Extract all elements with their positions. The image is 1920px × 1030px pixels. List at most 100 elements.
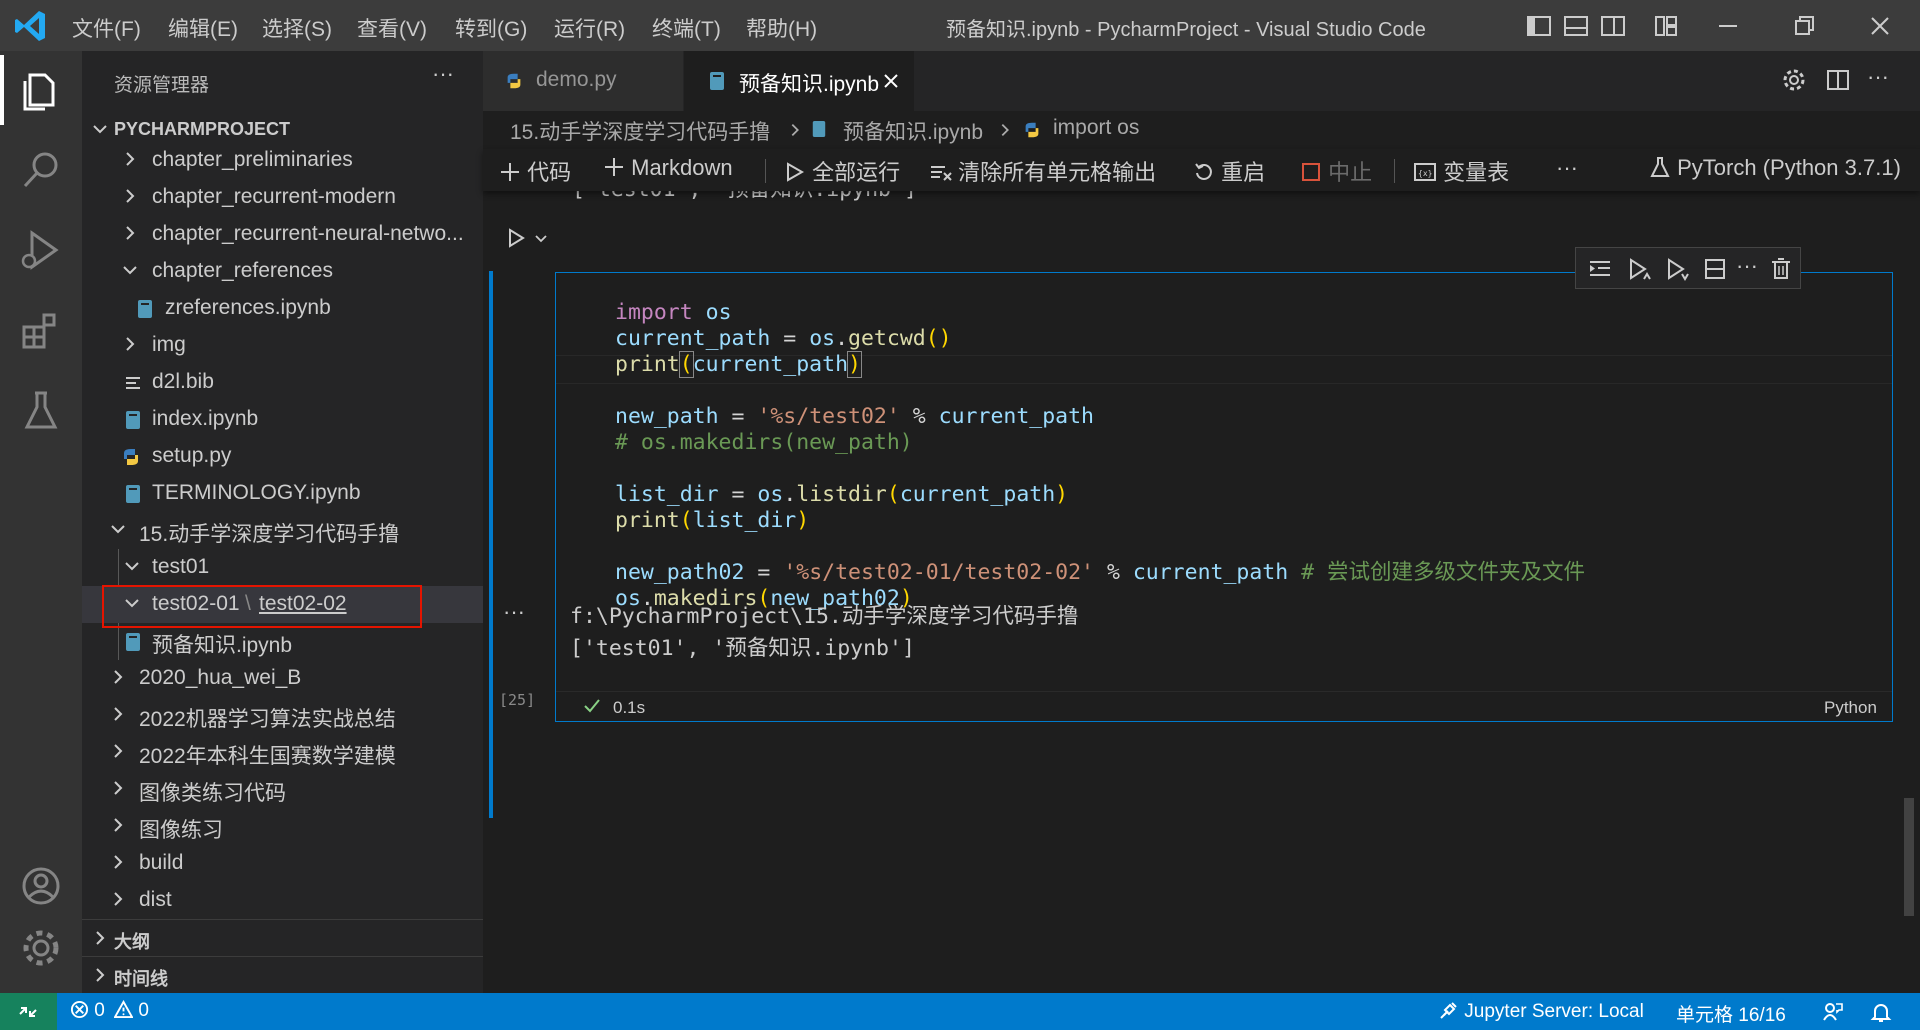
chevron-right-icon — [1001, 123, 1009, 137]
split-editor-icon[interactable] — [1824, 66, 1852, 94]
minimize-icon[interactable] — [1714, 12, 1742, 40]
chevron-right-icon — [114, 744, 123, 758]
tree-item-index-ipynb[interactable]: index.ipynb — [82, 401, 483, 438]
add-code-button[interactable]: 代码 — [499, 155, 571, 187]
run-by-line-icon[interactable] — [1588, 258, 1612, 280]
accounts-icon[interactable] — [16, 861, 66, 911]
tree-item-d2l-handwritten[interactable]: 15.动手学深度学习代码手撸 — [82, 512, 483, 549]
sidebar-title: 资源管理器 — [114, 75, 210, 96]
tree-item-image-code[interactable]: 图像类练习代码 — [82, 771, 483, 808]
cell-status-bar: 0.1s Python — [556, 691, 1892, 722]
tree-item-zreferences[interactable]: zreferences.ipynb — [82, 290, 483, 327]
chevron-right-icon — [96, 968, 105, 982]
tree-item-2022-math-model[interactable]: 2022年本科生国赛数学建模 — [82, 734, 483, 771]
tree-item-image-practice[interactable]: 图像练习 — [82, 808, 483, 845]
output-more-actions[interactable]: ··· — [503, 599, 525, 625]
bell-icon[interactable] — [1870, 1001, 1892, 1023]
cell-focus-indicator — [489, 271, 493, 818]
explorer-icon[interactable] — [16, 65, 66, 115]
menu-view[interactable]: 查看(V) — [357, 13, 427, 43]
testing-flask-icon[interactable] — [16, 385, 66, 435]
tree-item-label: 图像类练习代码 — [139, 782, 286, 805]
tree-item-yubei-ipynb[interactable]: 预备知识.ipynb — [82, 623, 483, 660]
toggle-panel-icon[interactable] — [1562, 12, 1590, 40]
run-debug-icon[interactable] — [16, 225, 66, 275]
interrupt-button[interactable]: 中止 — [1300, 155, 1372, 187]
execution-count: [25] — [499, 691, 536, 709]
cell-language[interactable]: Python — [1824, 698, 1877, 718]
execute-above-icon[interactable] — [1627, 257, 1651, 281]
menu-run[interactable]: 运行(R) — [554, 13, 625, 43]
tree-item-2022-ml[interactable]: 2022机器学习算法实战总结 — [82, 697, 483, 734]
menu-selection[interactable]: 选择(S) — [262, 13, 332, 43]
tree-item-build[interactable]: build — [82, 845, 483, 882]
problems-indicator[interactable]: 0 0 — [70, 999, 149, 1022]
restart-button[interactable]: 重启 — [1193, 155, 1265, 187]
cell-more-actions[interactable]: ··· — [1736, 253, 1758, 279]
breadcrumb-symbol[interactable]: import os — [1053, 116, 1139, 140]
jupyter-server-status[interactable]: Jupyter Server: Local — [1439, 1000, 1644, 1023]
restore-icon[interactable] — [1790, 12, 1818, 40]
close-tab-icon[interactable] — [881, 71, 901, 91]
kernel-picker[interactable]: PyTorch (Python 3.7.1) — [1649, 155, 1901, 181]
trash-icon[interactable] — [1770, 257, 1792, 281]
notebook-toolbar: 代码 Markdown 全部运行 清除所有单元格输出 重启 中止 {x} 变量表… — [483, 149, 1920, 191]
tree-item-chapter-recurrent-neural[interactable]: chapter_recurrent-neural-netwo... — [82, 216, 483, 253]
tree-item-test01[interactable]: test01 — [82, 549, 483, 660]
manage-gear-icon[interactable] — [16, 923, 66, 973]
output-line: f:\PycharmProject\15.动手学深度学习代码手撸 — [570, 604, 1079, 629]
sidebar-more-actions[interactable]: ··· — [432, 61, 454, 87]
run-all-icon — [787, 162, 805, 182]
customize-layout-icon[interactable] — [1652, 12, 1680, 40]
menu-terminal[interactable]: 终端(T) — [652, 13, 721, 43]
run-all-button[interactable]: 全部运行 — [784, 155, 900, 187]
chevron-right-icon — [114, 892, 123, 906]
feedback-icon[interactable] — [1822, 1001, 1844, 1023]
breadcrumb-folder[interactable]: 15.动手学深度学习代码手撸 — [510, 116, 770, 146]
variables-button[interactable]: {x} 变量表 — [1413, 155, 1509, 187]
split-cell-icon[interactable] — [1703, 257, 1727, 281]
tree-item-chapter-recurrent-modern[interactable]: chapter_recurrent-modern — [82, 179, 483, 216]
tree-item-dist[interactable]: dist — [82, 882, 483, 919]
toolbar-more-button[interactable]: ··· — [1556, 155, 1578, 181]
menu-help[interactable]: 帮助(H) — [746, 13, 817, 43]
remote-indicator[interactable] — [0, 993, 57, 1030]
chevron-right-icon — [126, 226, 135, 240]
code-comment-cn: # 尝试创建多级文件夹及文件 — [1301, 560, 1586, 585]
extensions-icon[interactable] — [16, 305, 66, 355]
tree-item-chapter-references[interactable]: chapter_references — [82, 253, 483, 290]
timeline-section[interactable]: 时间线 — [82, 956, 483, 992]
execute-below-icon[interactable] — [1665, 257, 1689, 281]
menu-go[interactable]: 转到(G) — [455, 13, 527, 43]
close-window-icon[interactable] — [1866, 12, 1894, 40]
tree-item-chapter-preliminaries[interactable]: chapter_preliminaries — [82, 142, 483, 179]
plus-icon — [501, 163, 519, 181]
clear-outputs-button[interactable]: 清除所有单元格输出 — [930, 155, 1156, 187]
tree-item-setup-py[interactable]: setup.py — [82, 438, 483, 475]
run-cell-icon[interactable] — [505, 227, 527, 249]
menu-file[interactable]: 文件(F) — [72, 13, 141, 43]
cell-position[interactable]: 单元格 16/16 — [1676, 1000, 1786, 1027]
add-markdown-button[interactable]: Markdown — [603, 155, 733, 181]
error-count: 0 — [94, 1000, 105, 1021]
tree-item-label: 2020_hua_wei_B — [139, 666, 302, 689]
window-title: 预备知识.ipynb - PycharmProject - Visual Stu… — [946, 19, 1426, 41]
gear-icon[interactable] — [1780, 66, 1808, 94]
editor-scrollbar-thumb[interactable] — [1904, 798, 1914, 916]
editor-more-actions[interactable]: ··· — [1867, 64, 1889, 90]
toggle-secondary-sidebar-icon[interactable] — [1599, 12, 1627, 40]
toggle-sidebar-icon[interactable] — [1525, 12, 1553, 40]
menu-edit[interactable]: 编辑(E) — [168, 13, 238, 43]
tree-item-terminology[interactable]: TERMINOLOGY.ipynb — [82, 475, 483, 512]
search-icon[interactable] — [16, 145, 66, 195]
tree-item-label: 2022年本科生国赛数学建模 — [139, 745, 396, 768]
tree-item-img[interactable]: img — [82, 327, 483, 364]
tab-yubei-ipynb[interactable]: 预备知识.ipynb — [684, 51, 914, 111]
tab-demo-py[interactable]: demo.py — [483, 51, 683, 111]
breadcrumb-file[interactable]: 预备知识.ipynb — [843, 116, 983, 146]
tree-item-d2l-bib[interactable]: d2l.bib — [82, 364, 483, 401]
outline-section[interactable]: 大纲 — [82, 919, 483, 955]
tree-item-2020-huawei[interactable]: 2020_hua_wei_B — [82, 660, 483, 697]
run-options-chevron-down-icon[interactable] — [533, 231, 549, 247]
title-bar: 文件(F) 编辑(E) 选择(S) 查看(V) 转到(G) 运行(R) 终端(T… — [0, 0, 1920, 51]
